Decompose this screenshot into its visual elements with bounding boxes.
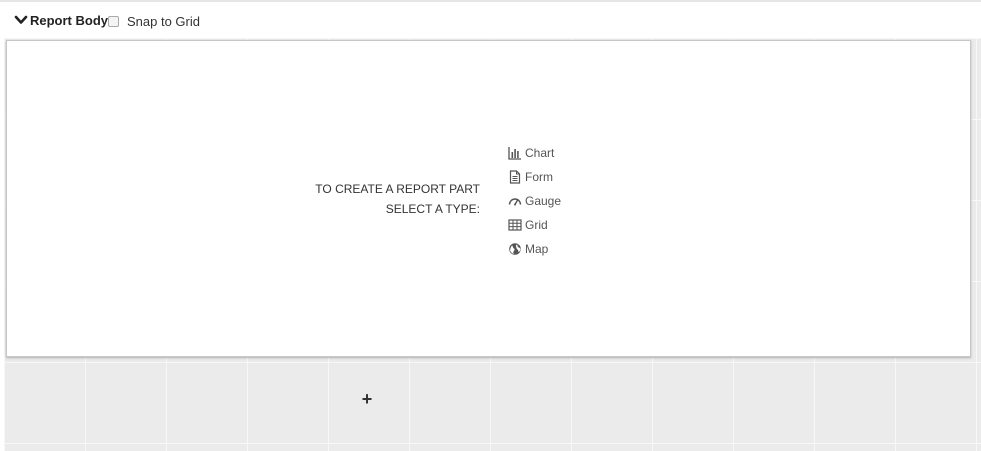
type-label: Form (525, 170, 553, 184)
report-body-toggle[interactable]: Report Body (14, 11, 108, 29)
report-part-type-list: Chart Form Gauge Grid Map (508, 141, 561, 261)
type-option-gauge[interactable]: Gauge (508, 189, 561, 213)
table-icon (508, 219, 522, 231)
type-label: Map (525, 242, 549, 256)
snap-to-grid-label[interactable]: Snap to Grid (127, 14, 200, 29)
type-option-grid[interactable]: Grid (508, 213, 561, 237)
report-part-panel: TO CREATE A REPORT PART SELECT A TYPE: C… (6, 40, 971, 357)
globe-icon (509, 243, 521, 255)
type-label: Gauge (525, 194, 562, 208)
add-report-part-button[interactable]: + (359, 389, 375, 409)
instruction-line-2: SELECT A TYPE: (385, 202, 480, 216)
snap-to-grid: Snap to Grid (108, 13, 200, 29)
type-label: Grid (525, 218, 548, 232)
type-label: Chart (525, 146, 555, 160)
report-canvas[interactable]: TO CREATE A REPORT PART SELECT A TYPE: C… (4, 38, 981, 451)
section-header: Report Body Snap to Grid (0, 2, 981, 38)
bar-chart-icon (508, 147, 521, 160)
chevron-down-icon (14, 13, 28, 27)
type-option-chart[interactable]: Chart (508, 141, 561, 165)
type-option-map[interactable]: Map (508, 237, 561, 261)
instruction-line-1: TO CREATE A REPORT PART (315, 182, 480, 196)
document-icon (509, 170, 521, 184)
snap-to-grid-checkbox[interactable] (108, 15, 119, 27)
type-option-form[interactable]: Form (508, 165, 561, 189)
gauge-icon (508, 198, 522, 206)
section-title: Report Body (30, 12, 108, 28)
create-instructions: TO CREATE A REPORT PART SELECT A TYPE: (220, 179, 480, 219)
